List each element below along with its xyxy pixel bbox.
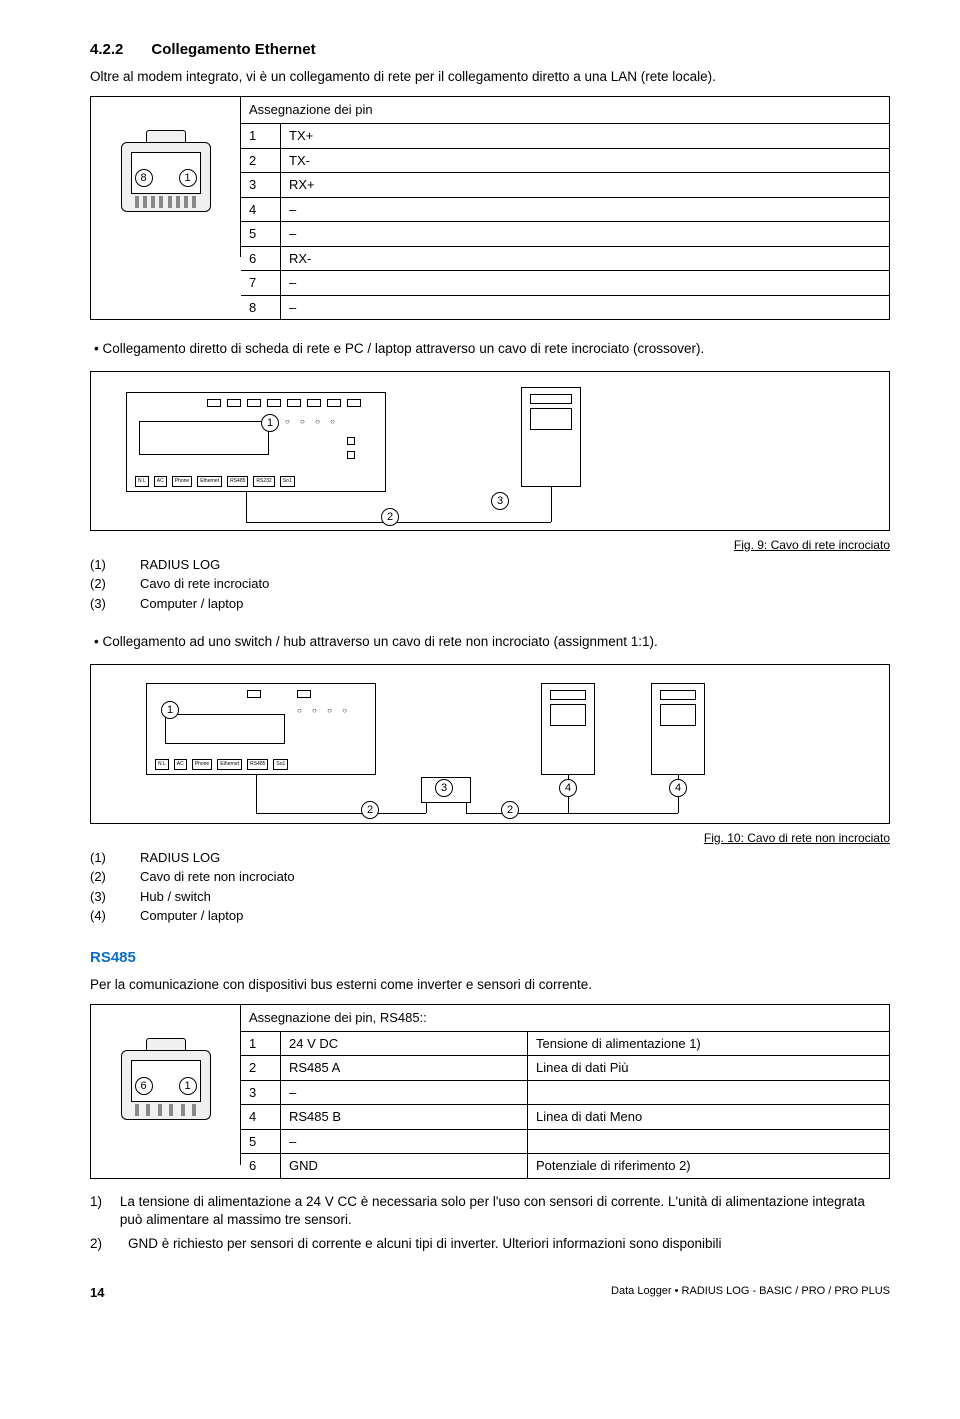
radius-log-device: ○ ○ ○ ○ N LACPhoneEthernetRS485RS232So1: [126, 392, 386, 492]
footnotes: 1)La tensione di alimentazione a 24 V CC…: [90, 1193, 890, 1254]
callout-2a: 2: [361, 801, 379, 819]
pin-left-num: 8: [135, 169, 153, 187]
pc-device: [521, 387, 581, 487]
callout-4b: 4: [669, 779, 687, 797]
pin-table-header: Assegnazione dei pin, RS485::: [241, 1005, 889, 1032]
section-title: Collegamento Ethernet: [151, 40, 315, 60]
pin-table-header: Assegnazione dei pin: [241, 97, 889, 124]
callout-1: 1: [261, 414, 279, 432]
fig10-caption: Fig. 10: Cavo di rete non incrociato: [90, 830, 890, 846]
page-number: 14: [90, 1284, 104, 1302]
callout-3: 3: [491, 492, 509, 510]
rj11-figure: 6 1: [91, 1005, 241, 1165]
ethernet-pinout: 8 1 Assegnazione dei pin 1TX+ 2TX- 3RX+ …: [90, 96, 890, 320]
callout-2b: 2: [501, 801, 519, 819]
doc-title: Data Logger • RADIUS LOG - BASIC / PRO /…: [611, 1284, 890, 1302]
fig9-caption: Fig. 9: Cavo di rete incrociato: [90, 537, 890, 553]
pin-right-num: 1: [179, 169, 197, 187]
rs485-desc: Per la comunicazione con dispositivi bus…: [90, 976, 890, 994]
page-footer: 14 Data Logger • RADIUS LOG - BASIC / PR…: [90, 1284, 890, 1302]
fig9-legend: (1)RADIUS LOG (2)Cavo di rete incrociato…: [90, 555, 890, 614]
callout-4a: 4: [559, 779, 577, 797]
figure-9: ○ ○ ○ ○ N LACPhoneEthernetRS485RS232So1 …: [90, 371, 890, 531]
bullet-crossover: Collegamento diretto di scheda di rete e…: [90, 340, 890, 358]
intro-text: Oltre al modem integrato, vi è un colleg…: [90, 68, 890, 86]
pin-right-num: 1: [179, 1077, 197, 1095]
rs485-pin-table: Assegnazione dei pin, RS485:: 124 V DCTe…: [241, 1005, 889, 1178]
ethernet-pin-table: Assegnazione dei pin 1TX+ 2TX- 3RX+ 4– 5…: [241, 97, 889, 319]
pc-2: [651, 683, 705, 775]
rj11-icon: 6 1: [121, 1050, 211, 1120]
pc-1: [541, 683, 595, 775]
rj45-icon: 8 1: [121, 142, 211, 212]
rj45-figure: 8 1: [91, 97, 241, 257]
bullet-switch: Collegamento ad uno switch / hub attrave…: [90, 633, 890, 651]
fig10-legend: (1)RADIUS LOG (2)Cavo di rete non incroc…: [90, 848, 890, 926]
radius-log-device: ○ ○ ○ ○ N LACPhoneEthernetRS485So1: [146, 683, 376, 775]
section-number: 4.2.2: [90, 40, 123, 60]
callout-1: 1: [161, 701, 179, 719]
rs485-pinout: 6 1 Assegnazione dei pin, RS485:: 124 V …: [90, 1004, 890, 1179]
callout-3: 3: [435, 779, 453, 797]
callout-2: 2: [381, 508, 399, 526]
pin-left-num: 6: [135, 1077, 153, 1095]
section-heading: 4.2.2 Collegamento Ethernet: [90, 40, 890, 60]
figure-10: ○ ○ ○ ○ N LACPhoneEthernetRS485So1 1 2 3…: [90, 664, 890, 824]
rs485-heading: RS485: [90, 948, 890, 968]
